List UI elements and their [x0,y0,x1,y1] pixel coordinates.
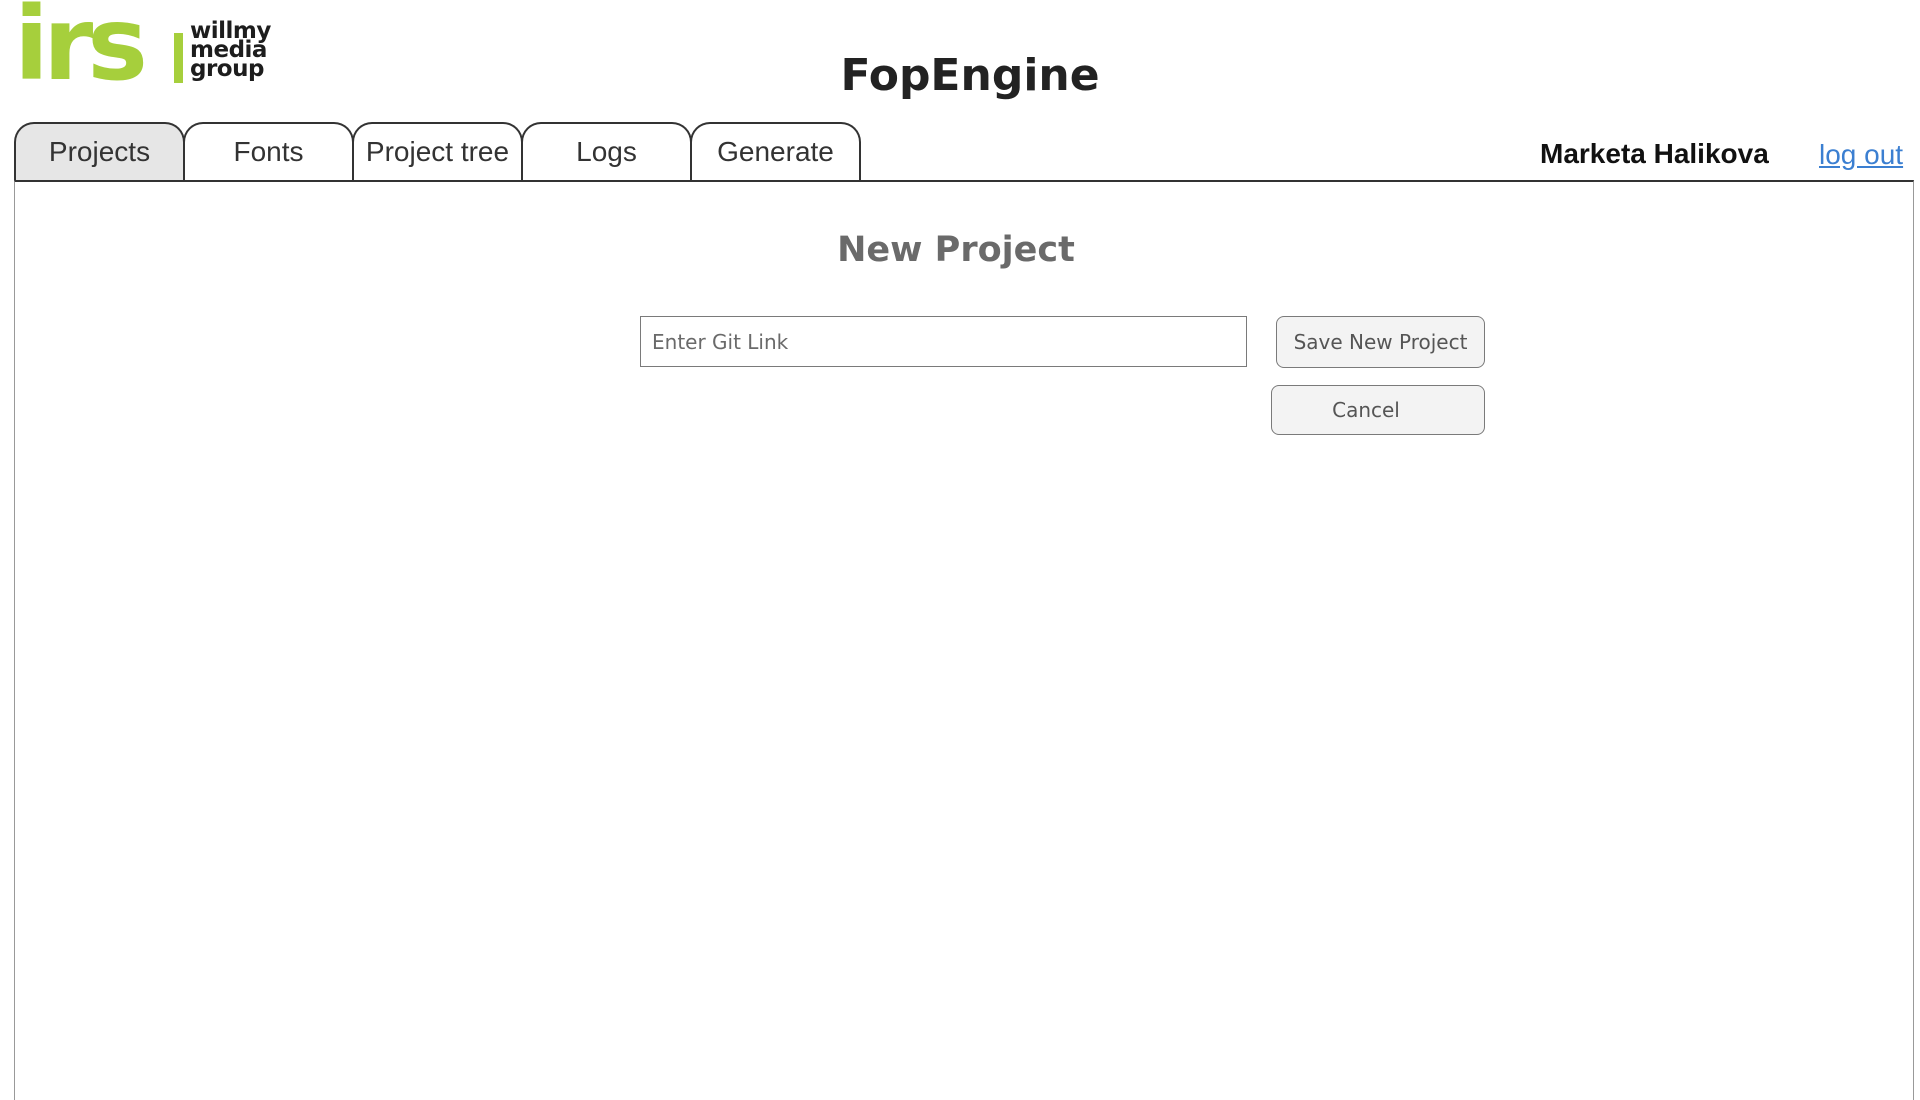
user-name: Marketa Halikova [1540,138,1769,169]
tab-fonts[interactable]: Fonts [183,122,354,181]
tab-project-tree[interactable]: Project tree [352,122,523,181]
tab-generate[interactable]: Generate [690,122,861,181]
save-new-project-button[interactable]: Save New Project [1276,316,1485,368]
cancel-button[interactable]: Cancel [1271,385,1485,435]
app-title: FopEngine [840,50,1100,101]
git-link-input[interactable] [640,316,1247,367]
tab-logs[interactable]: Logs [521,122,692,181]
new-project-title: New Project [837,230,1075,270]
tab-projects[interactable]: Projects [14,122,185,181]
logout-link[interactable]: log out [1819,139,1903,171]
tab-bar: Projects Fonts Project tree Logs Generat… [14,122,861,181]
